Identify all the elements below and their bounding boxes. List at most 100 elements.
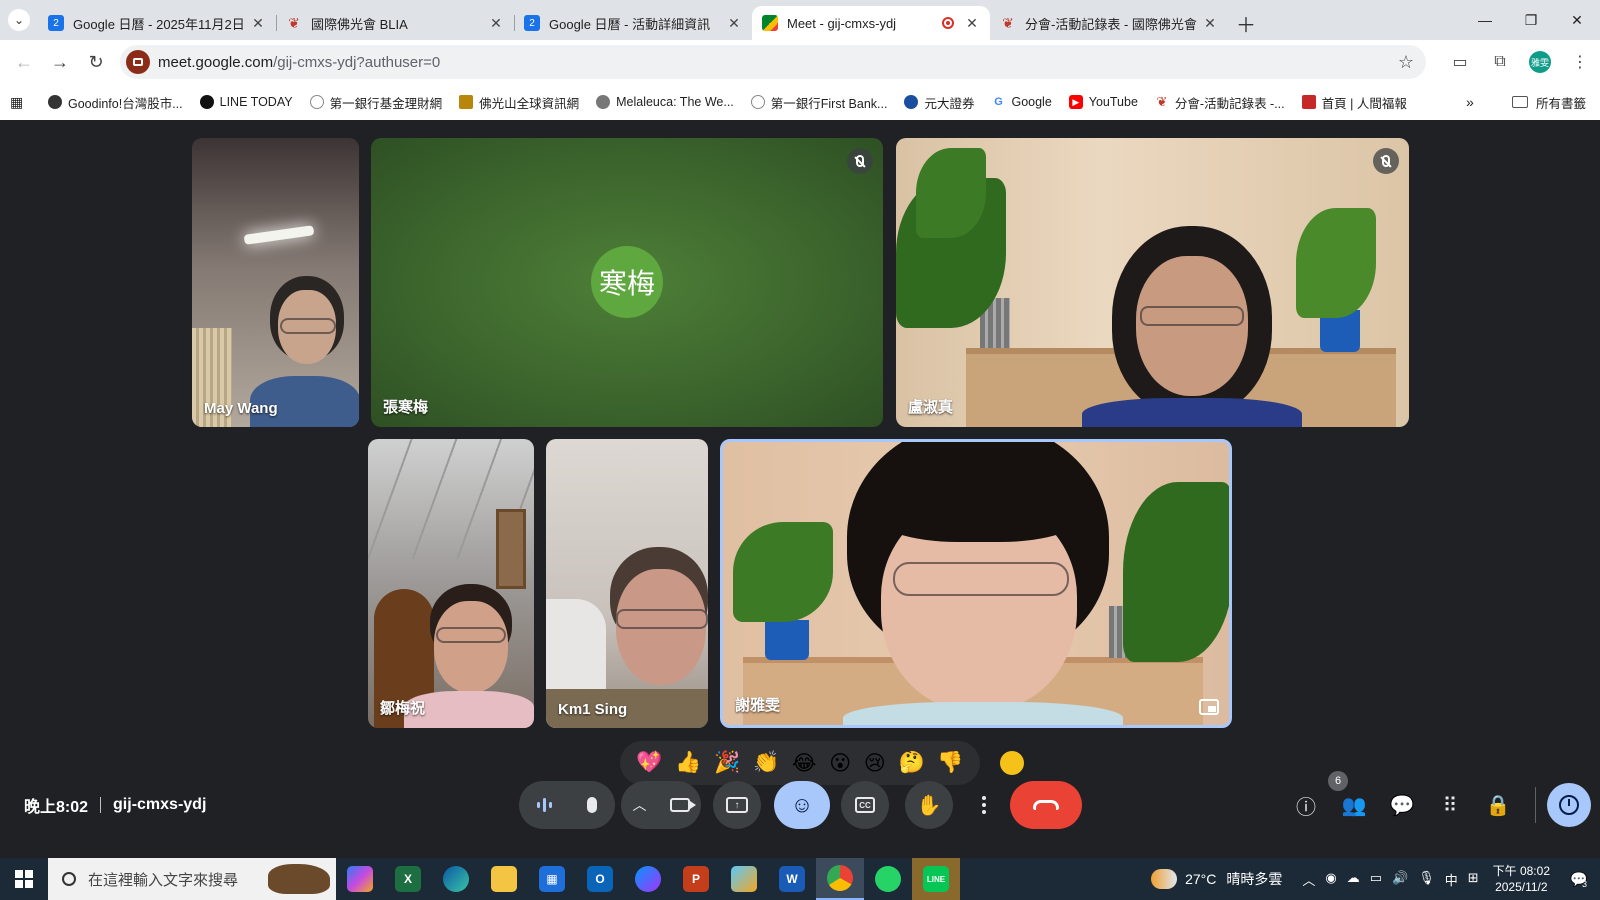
meeting-info-button[interactable]: ⓘ <box>1286 785 1326 825</box>
people-button[interactable]: 👥 <box>1334 785 1374 825</box>
tab-search-button[interactable]: ⌄ <box>0 0 38 40</box>
reaction-clap[interactable]: 👏 <box>753 751 779 775</box>
bookmark-firstbank[interactable]: 第一銀行First Bank... <box>750 93 887 112</box>
search-highlight-image <box>268 864 330 894</box>
participant-tile-zou-meizhu[interactable]: 鄒梅祝 <box>368 439 534 728</box>
bookmark-google[interactable]: G Google <box>991 95 1052 109</box>
host-controls-button[interactable]: 🔒 <box>1478 785 1518 825</box>
tab-blia[interactable]: ❦ 國際佛光會 BLIA ✕ <box>276 6 514 40</box>
camera-tray-icon[interactable]: ◉ <box>1325 870 1336 889</box>
taskbar-outlook[interactable]: O <box>576 858 624 900</box>
picture-in-picture-icon[interactable] <box>1199 699 1219 715</box>
participant-tile-xie-yawen[interactable]: 謝雅雯 <box>720 439 1232 728</box>
taskbar-search[interactable]: 在這裡輸入文字來搜尋 <box>48 858 336 900</box>
bookmark-merit-times[interactable]: 首頁 | 人間福報 <box>1301 93 1407 112</box>
apps-grid-icon[interactable]: ▦ <box>10 94 28 111</box>
participant-tile-zhang-hanmei[interactable]: 寒梅 張寒梅 <box>371 138 883 427</box>
bookmark-youtube[interactable]: ▶ YouTube <box>1068 95 1138 109</box>
reactions-button[interactable]: ☺ <box>774 781 830 829</box>
forward-arrow-icon[interactable]: → <box>42 44 78 80</box>
tab-calendar-event[interactable]: 2 Google 日曆 - 活動詳細資訊 ✕ <box>514 6 752 40</box>
activities-button[interactable]: ⠿ <box>1430 785 1470 825</box>
taskbar-file-explorer[interactable] <box>480 858 528 900</box>
camera-icon[interactable] <box>669 798 696 812</box>
microphone-icon[interactable] <box>587 797 598 813</box>
taskbar-chrome[interactable] <box>816 858 864 900</box>
participant-tile-km1-sing[interactable]: Km1 Sing <box>546 439 708 728</box>
reaction-thinking[interactable]: 🤔 <box>898 751 924 775</box>
reaction-party[interactable]: 🎉 <box>714 751 740 775</box>
minimize-icon[interactable]: — <box>1462 0 1508 40</box>
more-options-button[interactable] <box>968 781 1000 829</box>
present-screen-button[interactable]: ↑ <box>713 781 761 829</box>
reaction-heart[interactable]: 💖 <box>636 751 662 775</box>
system-tray: 27°C 晴時多雲 ︿ ◉ ☁ ▭ 🔊 🎙 中 ⊞ 下午 08:02 2025/… <box>1151 858 1600 900</box>
bookmark-goodinfo[interactable]: Goodinfo!台灣股市... <box>48 93 183 112</box>
close-icon[interactable]: ✕ <box>488 15 504 32</box>
skin-tone-picker[interactable] <box>1000 751 1024 775</box>
reaction-thumbs-up[interactable]: 👍 <box>675 751 701 775</box>
taskbar-copilot[interactable] <box>336 858 384 900</box>
site-camera-icon[interactable] <box>126 50 150 74</box>
network-icon[interactable]: ▭ <box>1370 870 1382 889</box>
chevron-up-icon[interactable]: ︿ <box>1302 870 1315 889</box>
tab-meet[interactable]: Meet - gij-cmxs-ydj ✕ <box>752 6 990 40</box>
timer-button[interactable] <box>1547 783 1591 827</box>
divider <box>100 797 102 813</box>
cloud-offline-icon[interactable]: ☁ <box>1347 870 1360 889</box>
reaction-thumbs-down[interactable]: 👎 <box>937 751 963 775</box>
start-button[interactable] <box>0 858 48 900</box>
bookmark-star-icon[interactable]: ☆ <box>1398 52 1414 73</box>
participant-tile-may-wang[interactable]: May Wang <box>192 138 359 427</box>
taskbar-whatsapp[interactable] <box>864 858 912 900</box>
video-options-chevron-icon[interactable]: ︿ <box>633 795 647 815</box>
extensions-icon[interactable]: ⧉ <box>1480 40 1520 84</box>
volume-icon[interactable]: 🔊 <box>1392 870 1408 889</box>
raise-hand-button[interactable]: ✋ <box>905 781 953 829</box>
close-window-icon[interactable]: ✕ <box>1554 0 1600 40</box>
address-bar[interactable]: meet.google.com/gij-cmxs-ydj?authuser=0 … <box>120 45 1426 79</box>
cast-icon[interactable]: ▭ <box>1440 40 1480 84</box>
weather-widget[interactable]: 27°C 晴時多雲 <box>1151 869 1282 889</box>
ime-mode-icon[interactable]: ⊞ <box>1468 870 1479 889</box>
tab-calendar-day[interactable]: 2 Google 日曆 - 2025年11月2日 ✕ <box>38 6 276 40</box>
taskbar-edge[interactable] <box>432 858 480 900</box>
profile-avatar[interactable]: 雅雯 <box>1529 51 1551 73</box>
close-icon[interactable]: ✕ <box>1202 15 1218 32</box>
bookmark-yuanta[interactable]: 元大證券 <box>904 93 974 112</box>
back-arrow-icon[interactable]: ← <box>6 44 42 80</box>
leave-call-button[interactable] <box>1010 781 1082 829</box>
bookmark-line-today[interactable]: LINE TODAY <box>199 95 293 109</box>
reaction-surprised[interactable]: 😮 <box>829 751 851 776</box>
captions-button[interactable]: CC <box>841 781 889 829</box>
reload-icon[interactable]: ↻ <box>78 44 114 80</box>
close-icon[interactable]: ✕ <box>964 15 980 32</box>
all-bookmarks-button[interactable]: 所有書籤 <box>1512 93 1586 112</box>
bookmarks-overflow-icon[interactable]: » <box>1466 94 1474 110</box>
menu-kebab-icon[interactable]: ⋮ <box>1560 40 1600 84</box>
taskbar-store[interactable]: ▦ <box>528 858 576 900</box>
microphone-tray-icon[interactable]: 🎙 <box>1418 870 1435 889</box>
restore-icon[interactable]: ❐ <box>1508 0 1554 40</box>
chat-button[interactable]: 💬 <box>1382 785 1422 825</box>
new-tab-button[interactable]: ＋ <box>1228 6 1264 40</box>
taskbar-line[interactable]: LINE <box>912 858 960 900</box>
bookmark-fgs[interactable]: 佛光山全球資訊網 <box>459 93 579 112</box>
bookmark-melaleuca[interactable]: Melaleuca: The We... <box>596 95 734 109</box>
taskbar-word[interactable]: W <box>768 858 816 900</box>
reaction-sad[interactable]: 😢 <box>864 751 886 776</box>
reaction-laugh[interactable]: 😂 <box>792 751 817 776</box>
taskbar-excel[interactable]: X <box>384 858 432 900</box>
taskbar-paint[interactable] <box>720 858 768 900</box>
taskbar-powerpoint[interactable]: P <box>672 858 720 900</box>
bookmark-activity-log[interactable]: ❦ 分會-活動記錄表 -... <box>1155 93 1284 112</box>
ime-language[interactable]: 中 <box>1445 870 1458 889</box>
system-clock[interactable]: 下午 08:02 2025/11/2 <box>1493 863 1550 895</box>
notification-center[interactable]: 💬 3 <box>1570 871 1600 889</box>
tab-activity-log[interactable]: ❦ 分會-活動記錄表 - 國際佛光會 ✕ <box>990 6 1228 40</box>
close-icon[interactable]: ✕ <box>250 15 266 32</box>
bookmark-firstbank-fund[interactable]: 第一銀行基金理財網 <box>309 93 442 112</box>
close-icon[interactable]: ✕ <box>726 15 742 32</box>
participant-tile-lu-shuzhen[interactable]: 盧淑真 <box>896 138 1409 427</box>
taskbar-messenger[interactable] <box>624 858 672 900</box>
